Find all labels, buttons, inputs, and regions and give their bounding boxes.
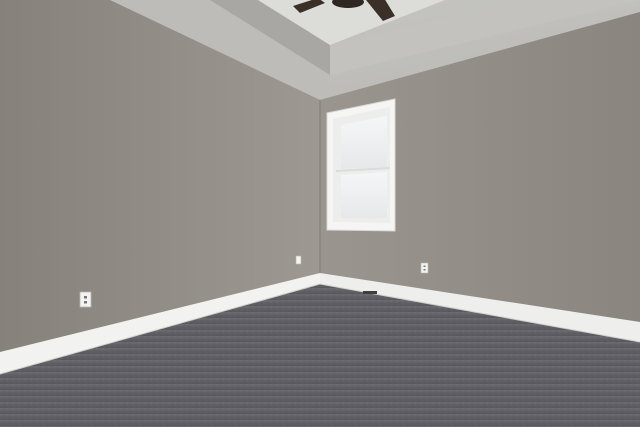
outlet-corner: [295, 255, 302, 265]
room-photo: [0, 0, 640, 427]
window-lower-pane: [341, 172, 387, 218]
floor-vent: [363, 291, 377, 294]
outlet-left-wall: [79, 291, 92, 308]
window: [326, 98, 396, 232]
window-upper-pane: [341, 116, 387, 169]
outlet-back-wall: [420, 262, 429, 274]
room-scene: [0, 0, 640, 427]
